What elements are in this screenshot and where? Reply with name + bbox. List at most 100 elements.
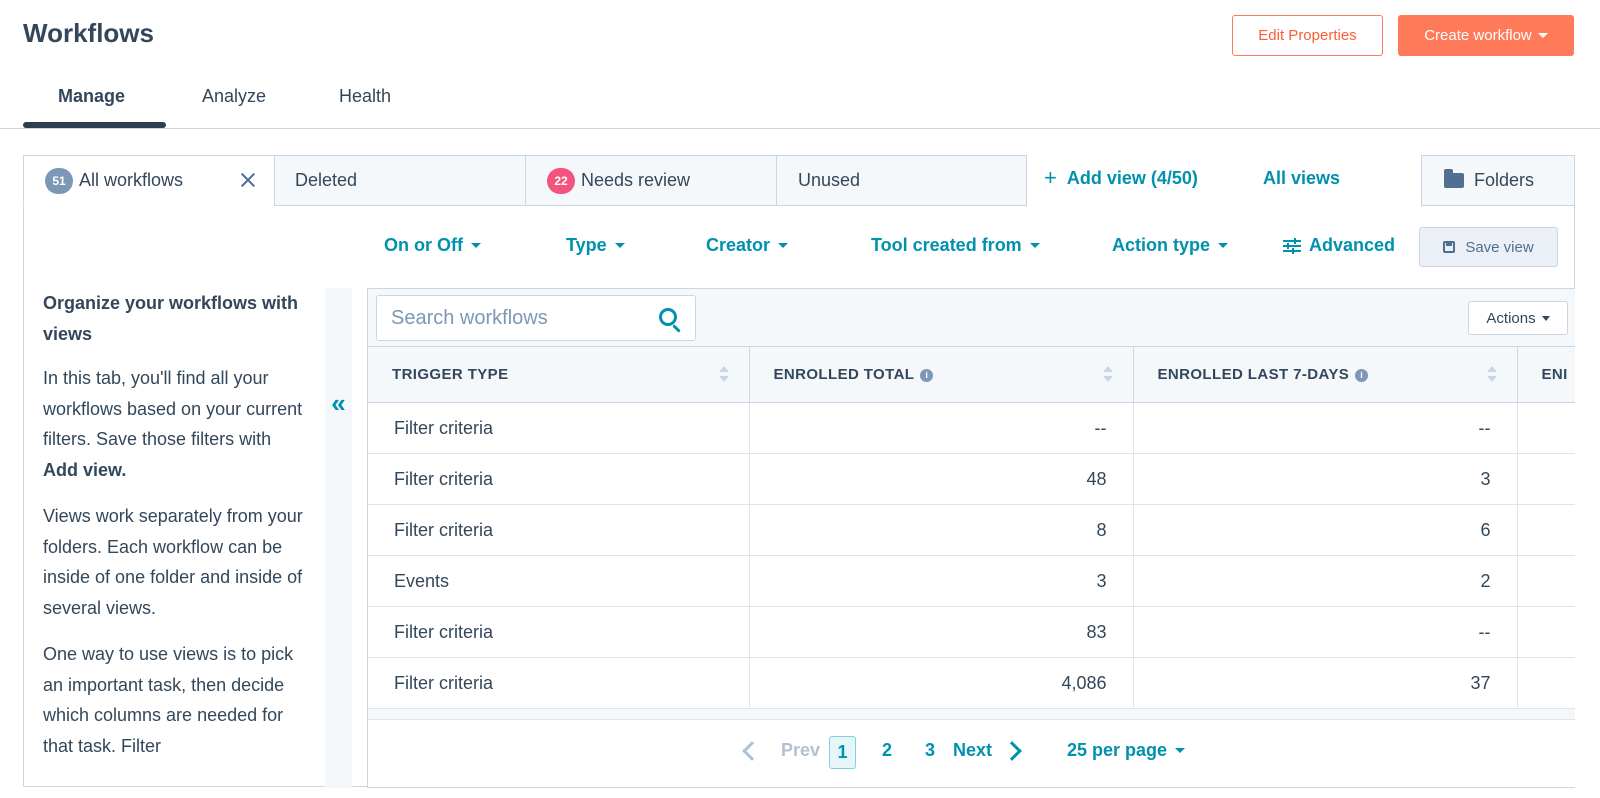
column-header[interactable]: ENROLLED TOTAL i xyxy=(749,346,1134,403)
table-row[interactable]: Filter criteria 8 6 xyxy=(368,504,1575,556)
chevron-left-icon xyxy=(742,741,762,761)
filter-label: Action type xyxy=(1112,235,1211,255)
sliders-icon xyxy=(1283,237,1301,254)
all-views-link[interactable]: All views xyxy=(1263,168,1340,189)
enrolled-total-cell: 3 xyxy=(749,555,1134,607)
caret-down-icon xyxy=(1029,243,1040,248)
view-tab-all-workflows[interactable]: 51 All workflows xyxy=(23,155,275,206)
column-header[interactable]: ENI xyxy=(1517,346,1575,403)
column-header-label: TRIGGER TYPE xyxy=(392,366,509,383)
filter-creator[interactable]: Creator xyxy=(706,235,789,256)
count-badge: 51 xyxy=(45,167,73,194)
advanced-label: Advanced xyxy=(1309,235,1396,255)
close-icon[interactable] xyxy=(238,170,258,190)
edit-properties-button[interactable]: Edit Properties xyxy=(1232,15,1383,56)
table-header-row: TRIGGER TYPE ENROLLED TOTAL i ENROLLED LA… xyxy=(368,346,1575,403)
filter-action-type[interactable]: Action type xyxy=(1112,235,1229,256)
column-header[interactable]: ENROLLED LAST 7-DAYS i xyxy=(1133,346,1518,403)
filter-label: Type xyxy=(566,235,607,255)
help-paragraph: Views work separately from your folders.… xyxy=(43,506,303,618)
view-tab-label: Deleted xyxy=(295,170,358,190)
enrolled-last-7-days-cell: -- xyxy=(1133,606,1518,658)
sort-icon[interactable] xyxy=(1486,366,1497,384)
table-row[interactable]: Filter criteria -- -- xyxy=(368,402,1575,454)
search-icon[interactable] xyxy=(659,308,677,326)
info-icon[interactable]: i xyxy=(1355,368,1369,382)
actions-dropdown[interactable]: Actions xyxy=(1468,301,1568,335)
tab-manage[interactable]: Manage xyxy=(58,86,125,107)
chevron-right-icon[interactable] xyxy=(1002,741,1022,761)
page-button[interactable]: 2 xyxy=(882,740,892,761)
view-tab-label: Needs review xyxy=(581,170,691,190)
enrolled-total-cell: 83 xyxy=(749,606,1134,658)
count-badge: 22 xyxy=(547,167,575,194)
caret-down-icon xyxy=(1537,33,1548,38)
next-page-button[interactable]: Next xyxy=(953,740,992,761)
trigger-type-cell: Filter criteria xyxy=(368,402,750,454)
trigger-type-cell: Filter criteria xyxy=(368,504,750,556)
sort-icon[interactable] xyxy=(718,366,729,384)
enrolled-last-7-days-cell: -- xyxy=(1133,402,1518,454)
top-tabs: Manage Analyze Health xyxy=(0,72,1600,129)
view-tab-deleted[interactable]: Deleted xyxy=(274,155,526,206)
caret-down-icon xyxy=(1541,315,1550,321)
table-row[interactable]: Events 3 2 xyxy=(368,555,1575,607)
help-paragraph: One way to use views is to pick an impor… xyxy=(43,644,294,756)
view-tab-needs-review[interactable]: 22 Needs review xyxy=(525,155,777,206)
enrolled-last-7-days-cell: 3 xyxy=(1133,453,1518,505)
caret-down-icon xyxy=(471,243,481,248)
filter-tool-created-from[interactable]: Tool created from xyxy=(871,235,1040,256)
table-cell xyxy=(1517,402,1575,454)
trigger-type-cell: Events xyxy=(368,555,750,607)
filter-on-or-off[interactable]: On or Off xyxy=(384,235,481,256)
page-button-current[interactable]: 1 xyxy=(829,736,856,769)
enrolled-last-7-days-cell: 2 xyxy=(1133,555,1518,607)
table-cell xyxy=(1517,453,1575,505)
actions-label: Actions xyxy=(1486,309,1536,327)
save-view-button[interactable]: Save view xyxy=(1419,227,1558,267)
create-workflow-button[interactable]: Create workflow xyxy=(1398,15,1574,56)
caret-down-icon xyxy=(614,243,625,248)
caret-down-icon xyxy=(1218,243,1229,248)
table-cell xyxy=(1517,657,1575,709)
folders-tab[interactable]: Folders xyxy=(1421,155,1575,206)
view-tab-unused[interactable]: Unused xyxy=(776,155,1027,206)
page-button[interactable]: 3 xyxy=(925,740,935,761)
enrolled-total-cell: 48 xyxy=(749,453,1134,505)
view-tab-label: Unused xyxy=(798,170,861,190)
filter-label: On or Off xyxy=(384,235,463,255)
add-view-button[interactable]: + Add view (4/50) xyxy=(1044,167,1198,189)
column-header-label: ENI xyxy=(1541,366,1568,383)
tab-analyze[interactable]: Analyze xyxy=(202,86,266,107)
double-chevron-left-icon[interactable]: « xyxy=(325,388,352,419)
info-icon[interactable]: i xyxy=(920,368,934,382)
sort-icon[interactable] xyxy=(1102,366,1113,384)
enrolled-last-7-days-cell: 6 xyxy=(1133,504,1518,556)
folders-label: Folders xyxy=(1474,170,1535,190)
plus-icon: + xyxy=(1044,165,1057,190)
folder-icon xyxy=(1444,169,1464,188)
advanced-filters-button[interactable]: Advanced xyxy=(1283,235,1395,256)
column-header[interactable]: TRIGGER TYPE xyxy=(368,346,750,403)
per-page-dropdown[interactable]: 25 per page xyxy=(1067,740,1186,761)
table-cell xyxy=(1517,555,1575,607)
per-page-label: 25 per page xyxy=(1067,740,1168,760)
view-tab-label: All workflows xyxy=(79,170,184,190)
table-row[interactable]: Filter criteria 4,086 37 xyxy=(368,657,1575,709)
tab-health[interactable]: Health xyxy=(339,86,391,107)
table-cell xyxy=(1517,606,1575,658)
filter-label: Creator xyxy=(706,235,771,255)
trigger-type-cell: Filter criteria xyxy=(368,453,750,505)
table-row[interactable]: Filter criteria 83 -- xyxy=(368,606,1575,658)
filter-type[interactable]: Type xyxy=(566,235,625,256)
workflows-table-area: Actions TRIGGER TYPE ENROLLED TOTAL i ENR… xyxy=(367,288,1575,788)
table-row[interactable]: Filter criteria 48 3 xyxy=(368,453,1575,505)
active-tab-indicator xyxy=(23,122,166,128)
pagination: Prev 1 2 3 Next 25 per page xyxy=(368,719,1575,787)
search-input[interactable] xyxy=(391,306,651,330)
help-heading: Organize your workflows with views xyxy=(43,293,299,344)
help-text: In this tab, you'll find all your workfl… xyxy=(43,368,303,449)
collapse-panel-bar[interactable] xyxy=(325,288,352,788)
search-box xyxy=(376,295,696,341)
table-cell xyxy=(1517,504,1575,556)
